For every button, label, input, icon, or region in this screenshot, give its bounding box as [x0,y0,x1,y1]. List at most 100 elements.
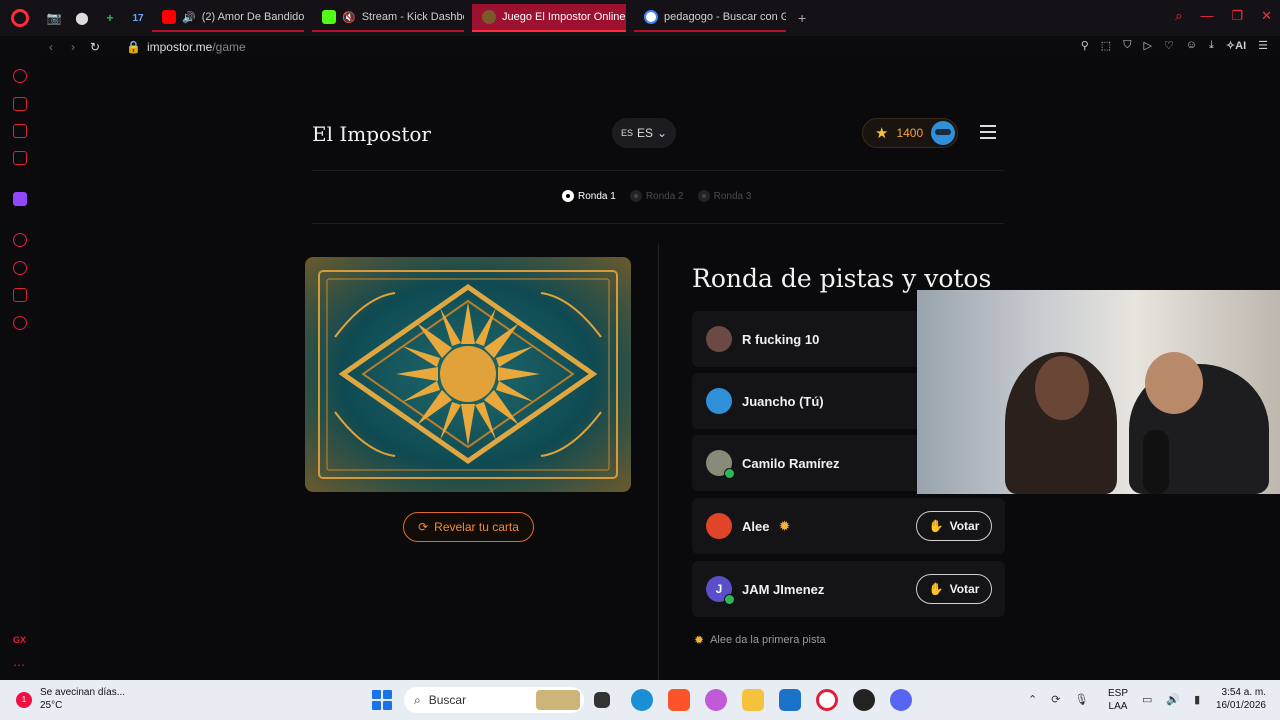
twitch-icon[interactable] [13,192,27,206]
extensions-icon[interactable] [13,288,27,302]
round-label: Ronda 1 [578,190,616,202]
weather-widget[interactable]: 1 Se avecinan días... 25°C [16,686,125,712]
minimize-icon[interactable]: — [1200,8,1213,24]
hint-text: ✹ Alee da la primera pista [694,633,826,647]
maximize-icon[interactable]: ❐ [1231,8,1243,24]
tab-impostor[interactable]: Juego El Impostor Online [472,4,626,32]
chevron-down-icon: ⌄ [656,126,668,140]
search-input[interactable]: ⌕ Buscar [404,687,584,713]
play-icon[interactable]: ▷ [1143,39,1151,52]
window-controls: ⌕ — ❐ ✕ [1175,8,1272,24]
section-title: Ronda de pistas y votos [692,264,992,293]
round-step-2: Ronda 2 [629,190,684,202]
messenger-icon[interactable] [13,151,27,165]
settings-icon[interactable] [13,316,27,330]
sync-icon[interactable]: ⟳ [1051,693,1060,706]
gx-icon[interactable]: GX [13,635,26,645]
taskview-icon[interactable] [594,692,610,708]
tab-label: Stream - Kick Dashboa [361,11,464,23]
avatar: J [706,576,735,605]
clock-date: 16/01/2026 [1215,700,1266,711]
url-field[interactable]: 🔒 impostor.me/game [126,40,246,54]
tab-label: (2) Amor De Bandidos [201,11,304,23]
brave-icon[interactable] [668,689,690,711]
pinned-tab-3[interactable]: + [96,4,124,32]
language-top: ESP [1108,688,1129,699]
weather-badge: 1 [21,695,27,704]
easy-setup-icon[interactable]: ☰ [1258,39,1268,52]
volume-icon[interactable]: 🔊 [1166,693,1180,706]
pinned-tab-4[interactable]: 17 [124,4,152,32]
download-icon[interactable]: ⤓ [1209,39,1214,52]
language-selector[interactable]: ES ES ⌄ [612,118,676,148]
history-icon[interactable] [13,261,27,275]
new-tab-button[interactable]: + [798,10,806,26]
snapshot-icon[interactable]: ⬚ [1101,39,1111,52]
pinned-tab-2[interactable]: ⬤ [68,4,96,32]
search-placeholder: Buscar [428,693,467,707]
avatar [706,513,732,539]
pinned-tab-label: + [106,11,114,25]
coins-badge[interactable]: ★ 1400 [862,118,958,148]
bag-icon[interactable] [13,97,27,111]
file-explorer-icon[interactable] [742,689,764,711]
search-tabs-icon[interactable]: ⌕ [1175,8,1182,24]
search-icon: ⌕ [414,692,421,707]
opera-logo-icon [11,9,29,27]
pinned-tab-1[interactable]: 📷 [40,4,68,32]
google-icon [644,10,658,24]
obs-icon[interactable] [853,689,875,711]
start-icon[interactable] [372,690,392,710]
news-icon[interactable] [13,124,27,138]
battery-icon[interactable]: ▮ [1194,693,1200,706]
opera-gx-icon[interactable] [816,689,838,711]
avatar[interactable] [931,121,955,145]
pin-icon[interactable]: ⚲ [1081,39,1089,52]
player-icon[interactable] [13,233,27,247]
brand-title[interactable]: El Impostor [312,122,431,146]
heart-icon[interactable]: ♡ [1164,39,1174,52]
refresh-icon: ⟳ [418,520,429,534]
reload-icon[interactable]: ↻ [84,40,106,54]
forward-icon[interactable]: › [62,40,84,54]
shield-icon[interactable]: ⛉ [1123,39,1131,52]
flag-icon: ES [620,128,633,138]
hidden-card[interactable] [305,257,631,492]
tab-google[interactable]: pedagogo - Buscar con Go [634,4,786,32]
clock[interactable]: 3:54 a. m. 16/01/2026 [1216,686,1266,712]
sun-icon: ✹ [694,633,705,647]
person-right-face [1145,352,1203,414]
microphone-icon[interactable]: 🎙 [1074,693,1088,706]
display-icon[interactable]: ▭ [1142,693,1152,706]
copilot-icon[interactable] [705,689,727,711]
tab-youtube[interactable]: 🔊 (2) Amor De Bandidos [152,4,304,32]
account-icon[interactable]: ☺ [1186,39,1197,52]
tab-kick[interactable]: 🔇 Stream - Kick Dashboa [312,4,464,32]
close-icon[interactable]: ✕ [1261,8,1272,24]
input-language[interactable]: ESP LAA [1108,687,1128,713]
round-label: Ronda 2 [645,190,684,202]
url-host: impostor.me [146,40,213,54]
clock-time: 3:54 a. m. [1221,687,1266,698]
verified-check-icon [724,468,735,479]
verified-check-icon [724,594,735,605]
outlook-icon[interactable] [779,689,801,711]
speed-dial-icon[interactable] [13,69,27,83]
vote-button[interactable]: ✋ Votar [916,574,992,604]
player-name: Camilo Ramírez [742,455,840,471]
hand-icon: ✋ [928,582,944,596]
more-icon[interactable]: ⋯ [13,658,25,672]
hamburger-menu-icon[interactable] [980,125,996,143]
ai-button[interactable]: ✧AI [1226,39,1246,52]
reveal-card-button[interactable]: ⟳ Revelar tu carta [403,512,534,542]
vote-button[interactable]: ✋ Votar [916,511,992,541]
avatar [706,450,735,479]
windows-taskbar: 1 Se avecinan días... 25°C ⌕ Buscar ⌃ ⟳ … [0,680,1280,720]
reveal-card-label: Revelar tu carta [434,520,519,534]
chevron-up-icon[interactable]: ⌃ [1028,693,1037,706]
discord-icon[interactable] [890,689,912,711]
opera-menu-button[interactable] [0,0,40,36]
weather-title: Se avecinan días... [40,687,126,698]
edge-icon[interactable] [631,689,653,711]
back-icon[interactable]: ‹ [40,40,62,54]
